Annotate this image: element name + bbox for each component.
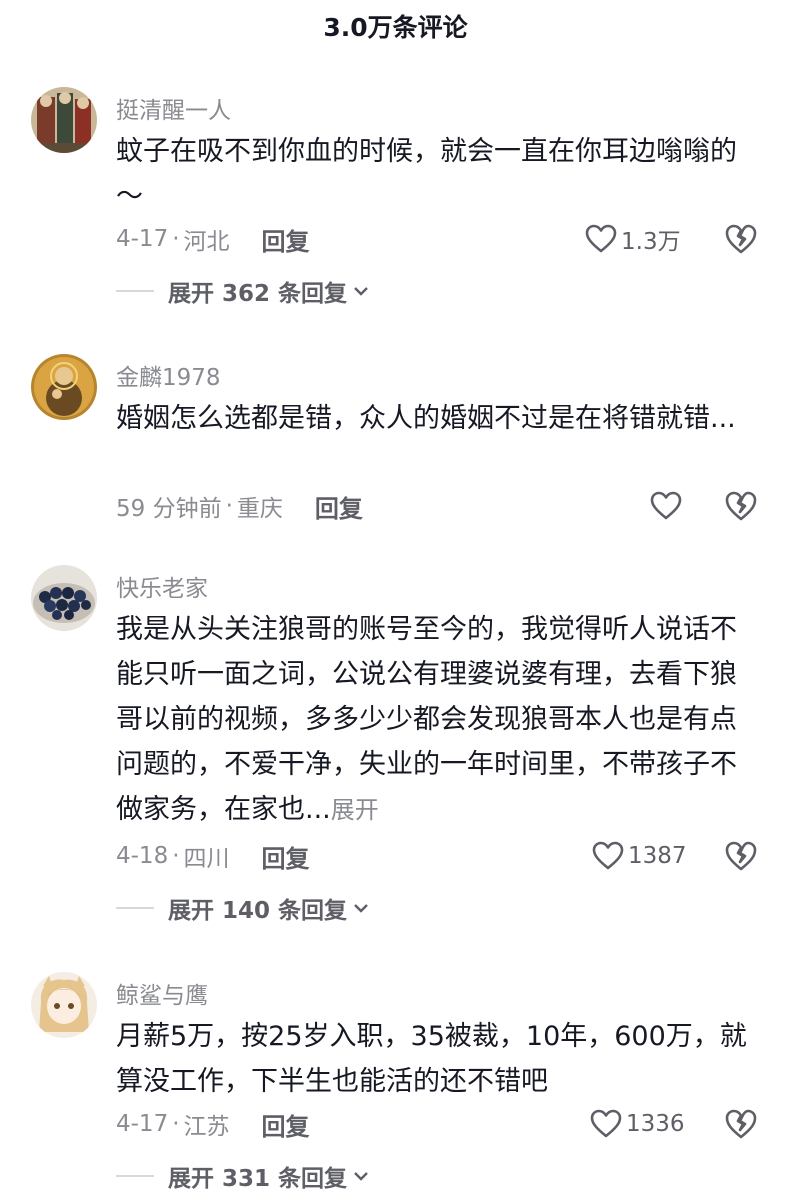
replies-label: 展开 362 条回复 [168, 281, 348, 307]
like-button[interactable]: 1336 [590, 1107, 685, 1141]
comment-meta: 4-17 · 江苏 回复 [116, 1107, 310, 1141]
heart-outline-icon [650, 491, 682, 520]
replies-divider [116, 1175, 154, 1177]
username[interactable]: 鲸鲨与鹰 [116, 976, 208, 1010]
meta-separator: · [225, 493, 233, 519]
expand-link[interactable]: 展开 [331, 796, 379, 824]
comment-location: 四川 [183, 846, 230, 872]
dislike-button[interactable] [724, 222, 758, 256]
like-count: 1336 [626, 1111, 685, 1137]
replies-label: 展开 331 条回复 [168, 1166, 348, 1192]
comment-count-title: 3.0万条评论 [323, 13, 468, 42]
comment-meta: 59 分钟前 · 重庆 回复 [116, 489, 363, 523]
comment-text-content: 蚊子在吸不到你血的时候，就会一直在你耳边嗡嗡的～ [116, 136, 737, 212]
comment-location: 重庆 [236, 496, 283, 522]
user-avatar[interactable] [31, 972, 97, 1038]
comment-text: 蚊子在吸不到你血的时候，就会一直在你耳边嗡嗡的～ [116, 129, 756, 220]
meta-separator: · [172, 1111, 180, 1137]
dislike-button[interactable] [724, 489, 758, 523]
broken-heart-icon [725, 224, 757, 254]
username[interactable]: 金麟1978 [116, 358, 221, 392]
chevron-down-icon [354, 904, 368, 913]
user-avatar[interactable] [31, 565, 97, 631]
comment-time: 59 分钟前 [116, 496, 222, 522]
expand-replies[interactable]: 展开 331 条回复 [116, 1159, 369, 1193]
comment-meta: 4-18 · 四川 回复 [116, 839, 310, 873]
heart-outline-icon [585, 224, 617, 253]
comment-text-content: 月薪5万，按25岁入职，35被裁，10年，600万，就算没工作，下半生也能活的还… [116, 1021, 747, 1097]
comment-text-content: 婚姻怎么选都是错，众人的婚姻不过是在将错就错... [116, 403, 736, 434]
comment-text: 月薪5万，按25岁入职，35被裁，10年，600万，就算没工作，下半生也能活的还… [116, 1014, 756, 1105]
comment-text: 婚姻怎么选都是错，众人的婚姻不过是在将错就错... [116, 396, 756, 442]
expand-replies[interactable]: 展开 362 条回复 [116, 274, 369, 308]
comment-time: 4-18 [116, 843, 169, 869]
broken-heart-icon [725, 841, 757, 871]
like-count: 1.3万 [621, 229, 681, 255]
dislike-button[interactable] [724, 1107, 758, 1141]
username[interactable]: 快乐老家 [116, 569, 208, 603]
comment-count-header: 3.0万条评论 [0, 0, 791, 52]
like-count: 1387 [628, 843, 687, 869]
meta-separator: · [172, 843, 180, 869]
like-button[interactable]: 1387 [592, 839, 687, 873]
broken-heart-icon [725, 1109, 757, 1139]
replies-label: 展开 140 条回复 [168, 898, 348, 924]
dislike-button[interactable] [724, 839, 758, 873]
like-button[interactable] [650, 489, 686, 523]
replies-divider [116, 290, 154, 292]
user-avatar[interactable] [31, 87, 97, 153]
comment-text: 我是从头关注狼哥的账号至今的，我觉得听人说话不能只听一面之词，公说公有理婆说婆有… [116, 607, 756, 833]
comment-text-content: 我是从头关注狼哥的账号至今的，我觉得听人说话不能只听一面之词，公说公有理婆说婆有… [116, 614, 737, 825]
meta-separator: · [172, 226, 180, 252]
replies-divider [116, 907, 154, 909]
chevron-down-icon [354, 287, 368, 296]
heart-outline-icon [592, 841, 624, 870]
like-button[interactable]: 1.3万 [585, 222, 681, 256]
reply-button[interactable]: 回复 [262, 839, 310, 874]
user-avatar[interactable] [31, 354, 97, 420]
reply-button[interactable]: 回复 [262, 222, 310, 257]
reply-button[interactable]: 回复 [315, 489, 363, 524]
comment-time: 4-17 [116, 226, 169, 252]
comment-location: 河北 [183, 229, 230, 255]
reply-button[interactable]: 回复 [262, 1107, 310, 1142]
heart-outline-icon [590, 1109, 622, 1138]
comment-meta: 4-17 · 河北 回复 [116, 222, 310, 256]
comment-location: 江苏 [183, 1114, 230, 1140]
username[interactable]: 挺清醒一人 [116, 91, 231, 125]
expand-replies[interactable]: 展开 140 条回复 [116, 891, 369, 925]
broken-heart-icon [725, 491, 757, 521]
comment-time: 4-17 [116, 1111, 169, 1137]
chevron-down-icon [354, 1172, 368, 1181]
